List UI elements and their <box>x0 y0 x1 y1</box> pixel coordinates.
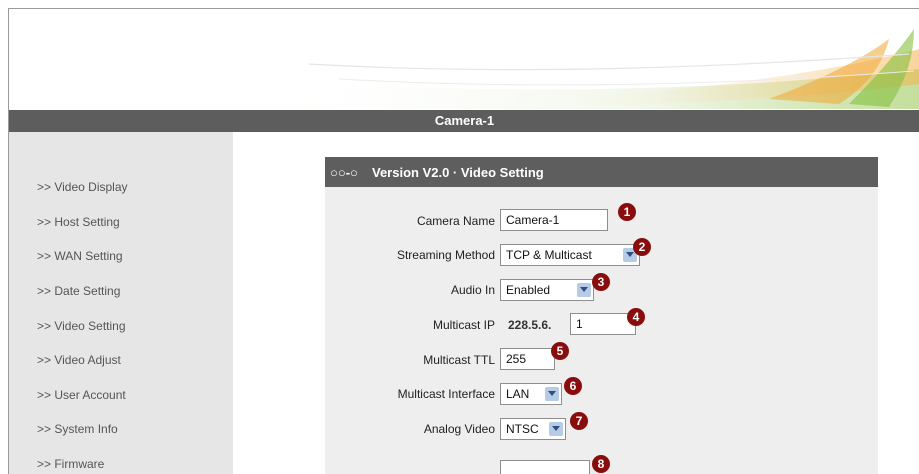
callout-badge-6: 6 <box>564 377 582 395</box>
chevron-down-icon[interactable] <box>577 283 591 297</box>
callout-badge-3: 3 <box>592 273 610 291</box>
panel-header: ○○-○ Version V2.0 · Video Setting <box>325 157 878 187</box>
camera-name-input[interactable] <box>500 209 608 231</box>
sidebar-item-video-adjust[interactable]: >> Video Adjust <box>37 353 121 367</box>
multicast-ip-label: Multicast IP <box>432 318 495 332</box>
multicast-ttl-input[interactable] <box>500 348 555 370</box>
page-title-bar: Camera-1 <box>9 110 919 132</box>
callout-badge-5: 5 <box>551 342 569 360</box>
chevron-down-icon[interactable] <box>545 387 559 401</box>
sidebar-item-system-info[interactable]: >> System Info <box>37 422 118 436</box>
callout-badge-4: 4 <box>627 308 645 326</box>
sidebar-item-date-setting[interactable]: >> Date Setting <box>37 284 120 298</box>
video-setting-panel: ○○-○ Version V2.0 · Video Setting Camera… <box>325 157 878 474</box>
multicast-ttl-label: Multicast TTL <box>423 353 495 367</box>
audio-in-select[interactable]: Enabled <box>500 279 594 301</box>
analog-video-value: NTSC <box>506 422 539 436</box>
sidebar-item-host-setting[interactable]: >> Host Setting <box>37 215 120 229</box>
sidebar-item-wan-setting[interactable]: >> WAN Setting <box>37 249 123 263</box>
analog-video-label: Analog Video <box>423 422 495 436</box>
chevron-down-icon[interactable] <box>549 422 563 436</box>
sidebar-item-video-setting[interactable]: >> Video Setting <box>37 319 126 333</box>
callout-badge-2: 2 <box>633 238 651 256</box>
audio-in-value: Enabled <box>506 283 551 297</box>
sidebar: >> Video Display >> Host Setting >> WAN … <box>9 132 233 474</box>
audio-in-label: Audio In <box>450 283 495 297</box>
analog-video-select[interactable]: NTSC <box>500 418 566 440</box>
header-banner <box>9 9 919 109</box>
streaming-method-value: TCP & Multicast <box>506 248 592 262</box>
chain-link-icon: ○○-○ <box>330 165 358 180</box>
browser-frame: Camera-1 >> Video Display >> Host Settin… <box>8 8 919 474</box>
banner-graphic <box>259 29 919 109</box>
streaming-method-label: Streaming Method <box>396 248 495 262</box>
multicast-interface-value: LAN <box>506 387 530 401</box>
callout-badge-8: 8 <box>592 455 610 473</box>
multicast-interface-label: Multicast Interface <box>397 387 495 401</box>
callout-badge-1: 1 <box>618 203 636 221</box>
sidebar-item-firmware[interactable]: >> Firmware <box>37 457 104 471</box>
callout-badge-7: 7 <box>570 412 588 430</box>
sidebar-item-user-account[interactable]: >> User Account <box>37 388 126 402</box>
multicast-interface-select[interactable]: LAN <box>500 383 562 405</box>
partial-field[interactable] <box>500 460 590 474</box>
multicast-ip-prefix: 228.5.6. <box>508 318 552 332</box>
streaming-method-select[interactable]: TCP & Multicast <box>500 244 640 266</box>
page-title: Camera-1 <box>434 113 495 128</box>
camera-name-label: Camera Name <box>416 214 495 228</box>
panel-title: Version V2.0 · Video Setting <box>372 165 544 180</box>
sidebar-item-video-display[interactable]: >> Video Display <box>37 180 128 194</box>
